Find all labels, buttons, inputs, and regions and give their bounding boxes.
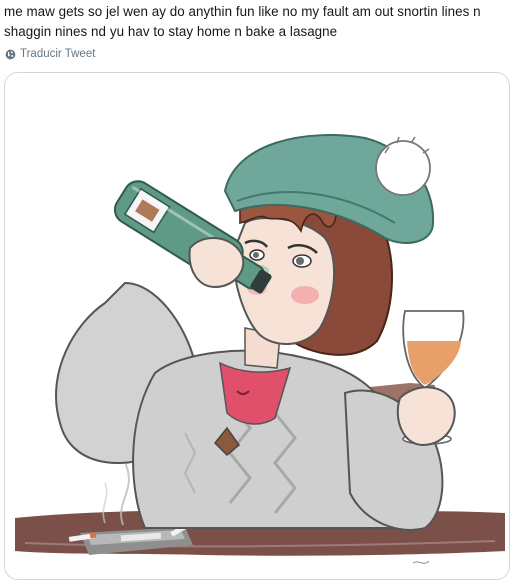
tweet-media[interactable]	[4, 72, 510, 580]
globe-icon	[5, 49, 16, 59]
translate-label: Traducir Tweet	[20, 48, 96, 60]
illustration	[5, 73, 509, 579]
left-hand	[188, 236, 245, 289]
pom-pom	[375, 140, 431, 196]
tweet-text: me maw gets so jel wen ay do anythin fun…	[4, 4, 481, 39]
right-hand	[396, 386, 456, 447]
translate-tweet-link[interactable]: Traducir Tweet	[5, 46, 95, 62]
